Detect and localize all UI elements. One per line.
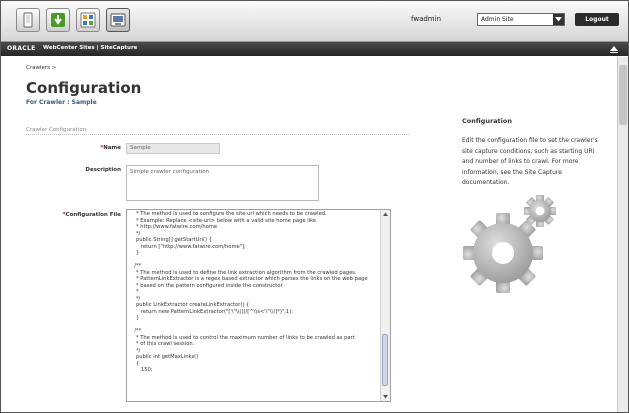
sitecapture-button[interactable] xyxy=(106,8,130,32)
logout-button[interactable]: Logout xyxy=(575,13,619,26)
section-header: Crawler Configuration xyxy=(26,127,87,133)
name-label-text: Name xyxy=(103,145,121,151)
brand-bar: ORACLE WebCenter Sites | SiteCapture xyxy=(1,42,628,56)
site-select[interactable]: Admin Site xyxy=(477,13,565,26)
top-toolbar: fwadmin Admin Site Logout xyxy=(1,1,628,42)
config-file-label: *Configuration File xyxy=(25,212,121,218)
dashboard-button[interactable] xyxy=(76,8,100,32)
config-file-label-text: Configuration File xyxy=(65,212,121,218)
username-label: fwadmin xyxy=(411,15,441,23)
config-scroll-thumb[interactable] xyxy=(382,334,388,386)
scroll-up-icon[interactable] xyxy=(381,210,390,218)
download-button[interactable] xyxy=(46,8,70,32)
product-name: WebCenter Sites | SiteCapture xyxy=(43,45,138,51)
description-label: Description xyxy=(85,167,121,173)
oracle-logo: ORACLE xyxy=(7,45,36,52)
config-file-editor[interactable]: * The method is used to configure the si… xyxy=(126,209,391,402)
breadcrumb[interactable]: Crawlers > xyxy=(26,65,56,71)
config-file-text[interactable]: * The method is used to configure the si… xyxy=(131,211,381,374)
section-divider xyxy=(26,134,409,135)
help-text: Edit the configuration file to set the c… xyxy=(462,137,598,186)
help-title: Configuration xyxy=(462,117,512,125)
page-subtitle: For Crawler : Sample xyxy=(26,99,97,106)
name-field[interactable]: Sample xyxy=(126,143,220,154)
config-scrollbar[interactable] xyxy=(380,210,390,401)
chevron-down-icon xyxy=(553,14,564,25)
description-field[interactable]: Simple crawler configuration xyxy=(126,165,319,201)
home-button[interactable] xyxy=(16,8,40,32)
config-line: 150; xyxy=(131,367,153,373)
name-label: *Name xyxy=(25,145,121,151)
page-title: Configuration xyxy=(26,79,142,97)
home-icon xyxy=(23,12,33,28)
page-scrollbar[interactable] xyxy=(617,57,628,412)
main-content: Crawlers > Configuration For Crawler : S… xyxy=(1,57,617,412)
scroll-down-icon[interactable] xyxy=(381,393,390,401)
dashboard-icon xyxy=(80,12,96,28)
sitecapture-icon xyxy=(110,13,126,27)
gears-icon xyxy=(463,195,556,293)
download-icon xyxy=(51,13,65,27)
site-select-value: Admin Site xyxy=(481,16,514,23)
config-line: * PatternLinkExtractor is a regex based … xyxy=(131,276,368,282)
page-scroll-thumb[interactable] xyxy=(619,65,627,125)
app-window: fwadmin Admin Site Logout ORACLE WebCent… xyxy=(0,0,629,413)
collapse-icon[interactable] xyxy=(610,45,618,53)
